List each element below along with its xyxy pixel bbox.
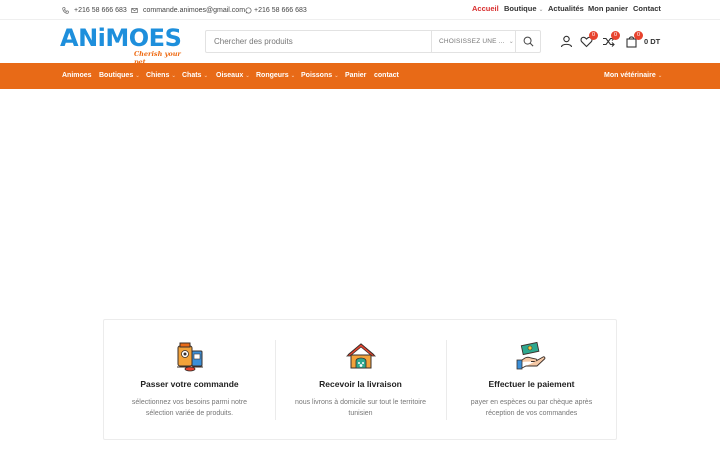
compare-count-badge: 0 [611, 31, 620, 40]
cart-total[interactable]: 0 DT [644, 37, 660, 46]
nav-contact[interactable]: contact [374, 72, 399, 79]
topnav-actualites-label: Actualités [548, 4, 584, 13]
nav-chats-label: Chats [182, 72, 202, 79]
email-contact[interactable]: commande.animoes@gmail.com [131, 4, 245, 16]
search-form: CHOISISSEZ UNE ... ⌄ [205, 30, 541, 53]
phone-contact[interactable]: +216 58 666 683 [62, 4, 127, 16]
chevron-down-icon: ⌄ [135, 73, 140, 79]
feature-delivery: Recevoir la livraison nous livrons à dom… [275, 320, 446, 441]
feature-delivery-desc: nous livrons à domicile sur tout le terr… [294, 399, 427, 417]
whatsapp-icon [245, 7, 252, 13]
email-address: commande.animoes@gmail.com [143, 6, 246, 14]
nav-mon-veterinaire-label: Mon vétérinaire [604, 72, 656, 79]
category-select[interactable]: CHOISISSEZ UNE ... ⌄ [431, 31, 521, 52]
topnav-mon-panier[interactable]: Mon panier [588, 4, 628, 13]
nav-oiseaux-label: Oiseaux [216, 72, 244, 79]
nav-boutiques[interactable]: Boutiques ⌄ [99, 72, 140, 79]
category-select-value: CHOISISSEZ UNE ... [439, 38, 505, 45]
nav-chats[interactable]: Chats ⌄ [182, 72, 208, 79]
features-box: Passer votre commande sélectionnez vos b… [103, 319, 617, 440]
chevron-down-icon: ⌄ [334, 73, 339, 79]
nav-rongeurs[interactable]: Rongeurs ⌄ [256, 72, 295, 79]
topnav-accueil-label: Accueil [472, 4, 499, 13]
nav-poissons-label: Poissons [301, 72, 333, 79]
feature-payment-title: Effectuer le paiement [488, 379, 575, 389]
wishlist-count-badge: 0 [589, 31, 598, 40]
account-button[interactable] [560, 35, 573, 48]
cart-button[interactable]: 0 [625, 31, 643, 48]
nav-mon-veterinaire[interactable]: Mon vétérinaire ⌄ [604, 72, 662, 79]
nav-chiens-label: Chiens [146, 72, 170, 79]
chevron-down-icon: ⌄ [203, 73, 209, 79]
top-bar: +216 58 666 683 commande.animoes@gmail.c… [0, 0, 720, 20]
nav-panier[interactable]: Panier [345, 72, 366, 79]
main-nav: Animoes Boutiques ⌄ Chiens ⌄ Chats ⌄ Oiseau… [0, 63, 720, 89]
chevron-down-icon: ⌄ [657, 73, 663, 79]
user-icon [560, 35, 573, 48]
topnav-mon-panier-label: Mon panier [588, 4, 629, 13]
feature-payment-desc: payer en espèces ou par chèque après réc… [470, 399, 593, 417]
topnav-boutique-label: Boutique [504, 4, 537, 13]
topnav-boutique[interactable]: Boutique ⌄ [504, 4, 544, 13]
pet-food-icon [177, 342, 203, 372]
chevron-down-icon: ⌄ [171, 73, 176, 79]
nav-animoes-label: Animoes [62, 72, 92, 79]
chevron-down-icon: ⌄ [508, 39, 514, 45]
cart-count-badge: 0 [634, 31, 643, 40]
nav-chiens[interactable]: Chiens ⌄ [146, 72, 176, 79]
nav-boutiques-label: Boutiques [99, 72, 134, 79]
logo-wordmark: ANiMOES [60, 24, 182, 52]
site-logo[interactable]: ANiMOES Cherish your pet [60, 24, 188, 66]
feature-delivery-title: Recevoir la livraison [319, 379, 402, 389]
topnav-contact[interactable]: Contact [633, 4, 661, 13]
site-header: ANiMOES Cherish your pet CHOISISSEZ UNE … [0, 20, 720, 66]
nav-animoes[interactable]: Animoes [62, 72, 92, 79]
whatsapp-number: +216 58 666 683 [254, 6, 307, 14]
topnav-actualites[interactable]: Actualités [548, 4, 584, 13]
search-input[interactable] [206, 31, 431, 52]
feature-order-title: Passer votre commande [140, 379, 239, 389]
feature-payment: Effectuer le paiement payer en espèces o… [446, 320, 617, 441]
pet-house-icon [345, 343, 377, 369]
phone-number: +216 58 666 683 [74, 6, 127, 14]
payment-hand-icon [516, 341, 546, 370]
feature-order: Passer votre commande sélectionnez vos b… [104, 320, 275, 441]
nav-contact-label: contact [374, 72, 399, 79]
topnav-contact-label: Contact [633, 4, 661, 13]
search-button[interactable] [515, 31, 540, 52]
nav-oiseaux[interactable]: Oiseaux ⌄ [216, 72, 250, 79]
whatsapp-contact[interactable]: +216 58 666 683 [245, 4, 307, 16]
nav-panier-label: Panier [345, 72, 367, 79]
topnav-accueil[interactable]: Accueil [472, 4, 499, 13]
nav-rongeurs-label: Rongeurs [256, 72, 289, 79]
wishlist-button[interactable]: 0 [580, 31, 598, 48]
chevron-down-icon: ⌄ [538, 7, 544, 13]
phone-icon [62, 6, 69, 14]
envelope-icon [131, 7, 138, 13]
chevron-down-icon: ⌄ [290, 73, 296, 79]
chevron-down-icon: ⌄ [245, 73, 250, 79]
feature-order-desc: sélectionnez vos besoins parmi notre sél… [131, 399, 248, 417]
search-icon [523, 36, 533, 47]
compare-button[interactable]: 0 [602, 31, 620, 48]
nav-poissons[interactable]: Poissons ⌄ [301, 72, 339, 79]
